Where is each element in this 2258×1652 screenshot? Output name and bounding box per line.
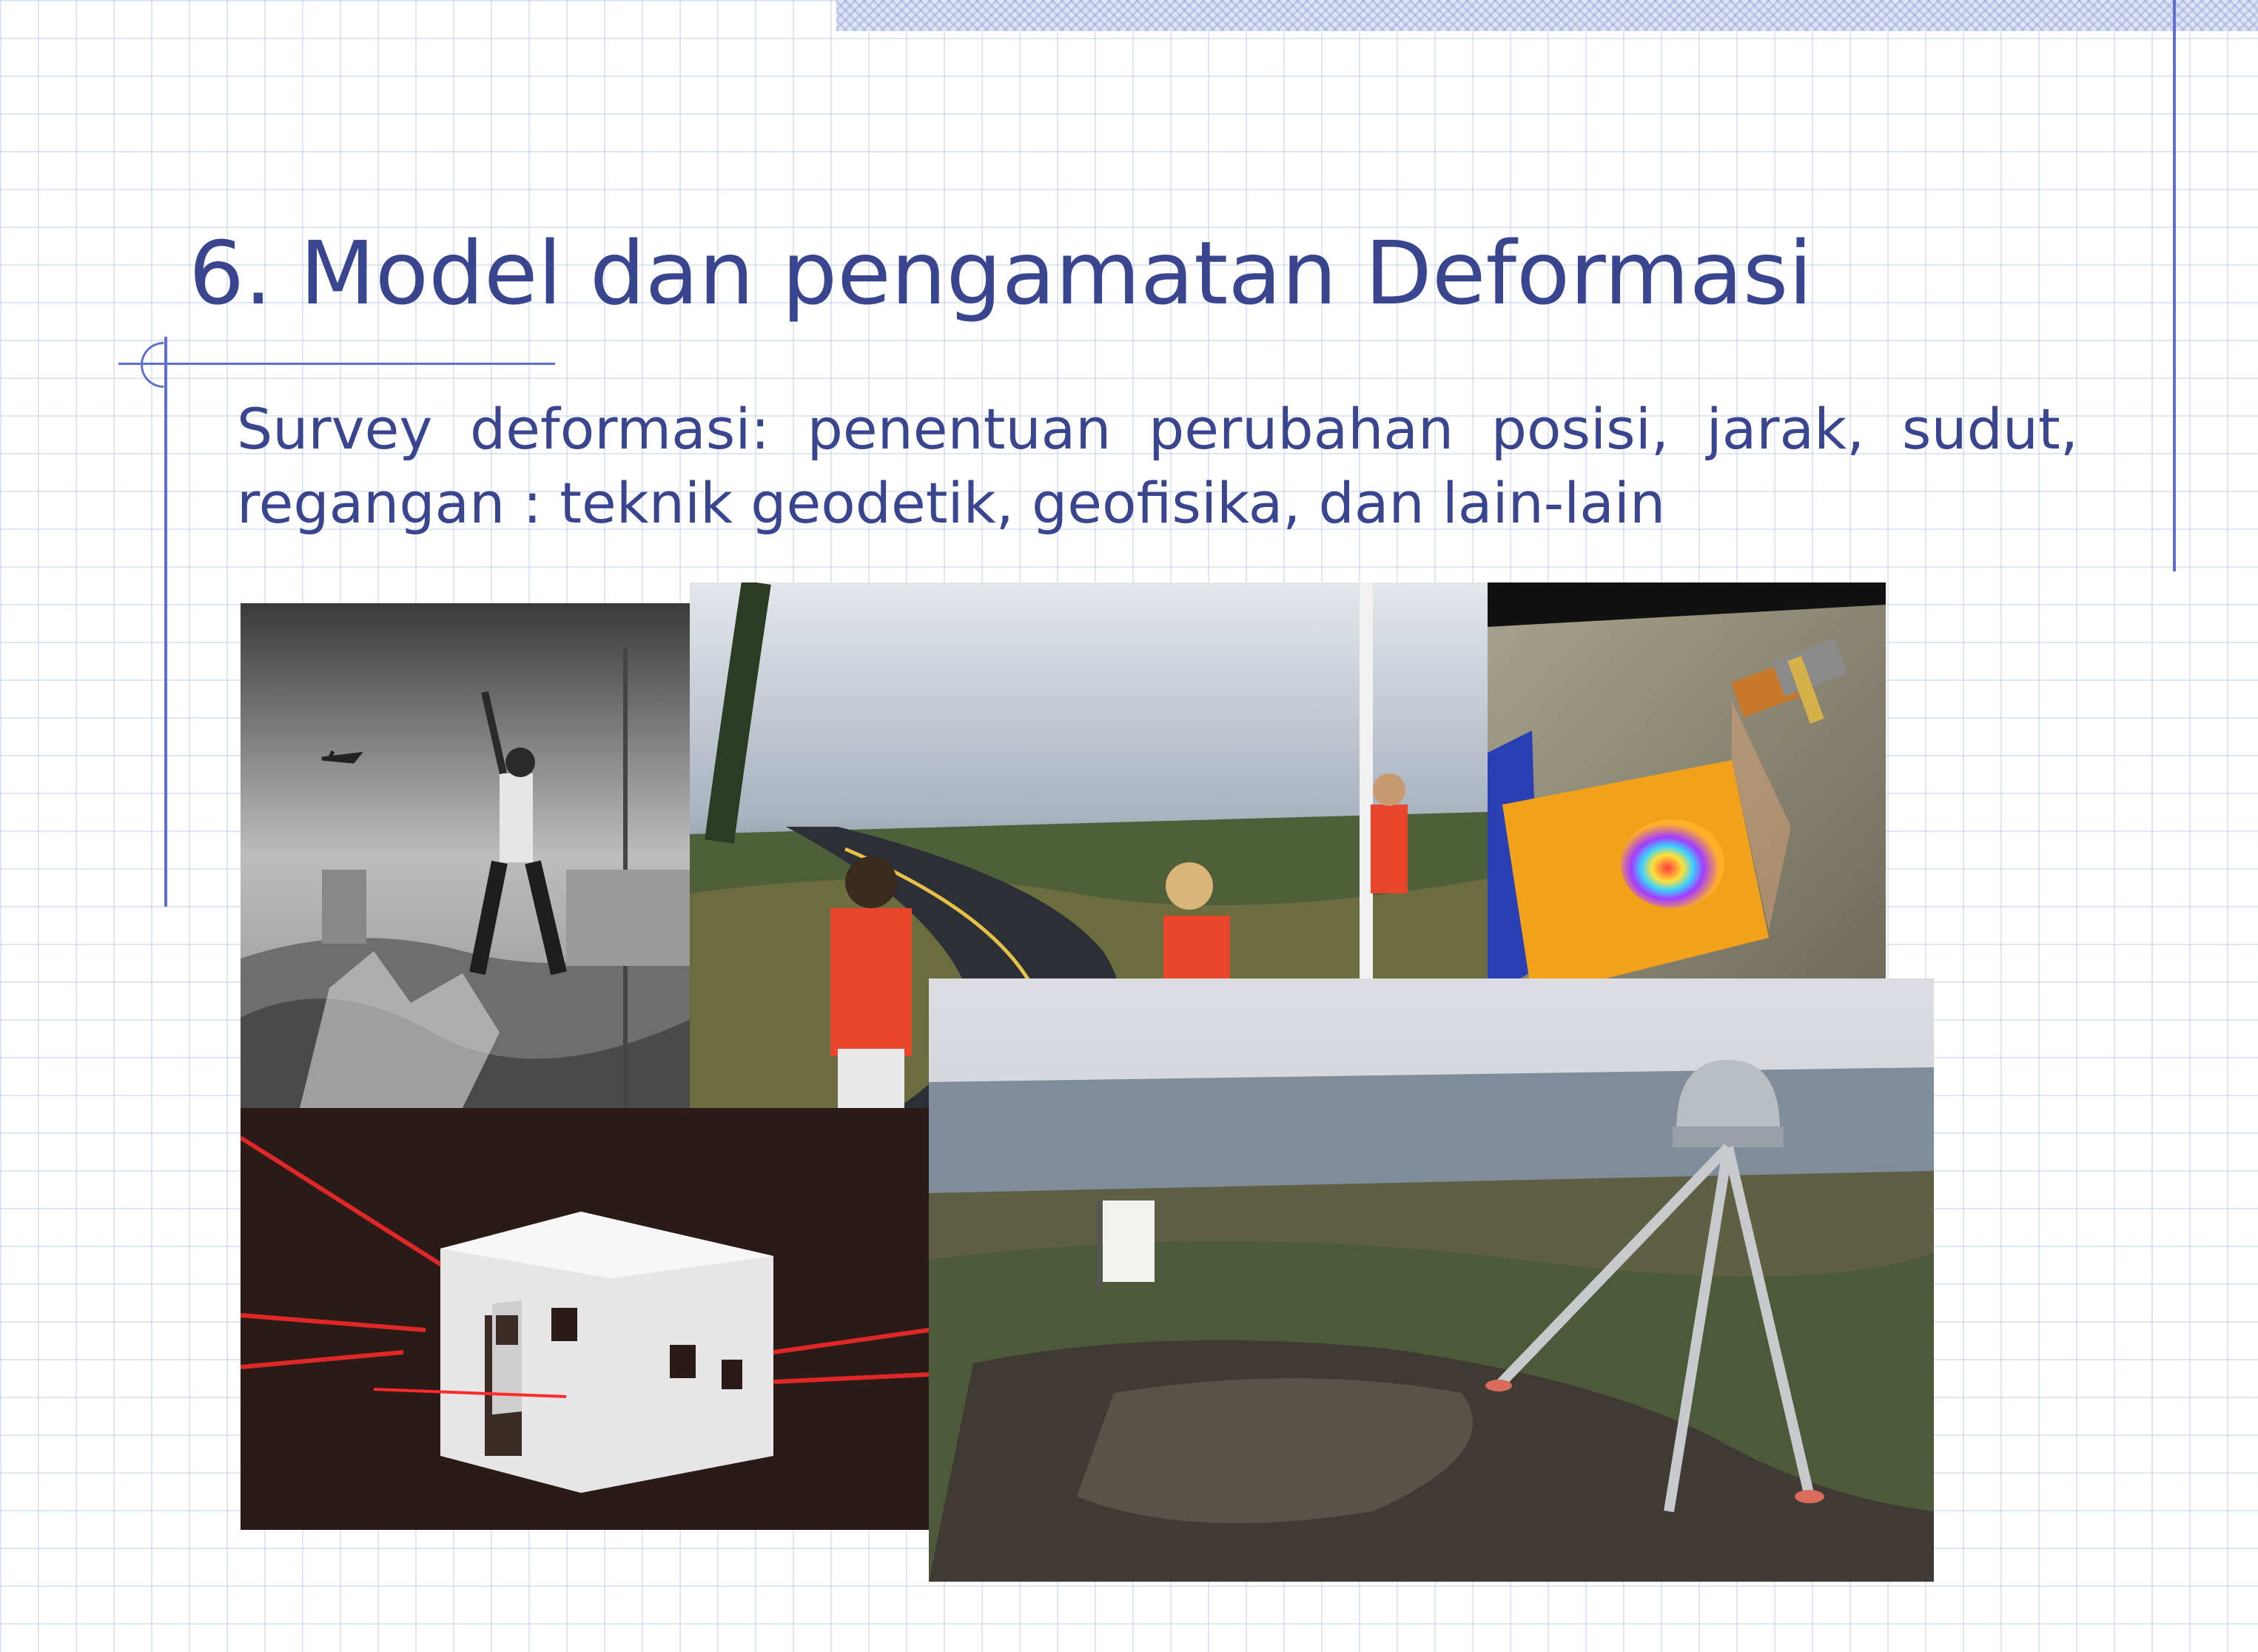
- gps-antenna-tripod-photo: [929, 978, 1934, 1582]
- corner-circle-ornament: [131, 332, 196, 397]
- laser-ranging-hut-photo: [241, 1108, 929, 1530]
- black-and-white-survey-photo: [241, 603, 693, 1108]
- right-vertical-rule: [2173, 0, 2176, 571]
- slide-body-text: Survey deformasi: penentuan perubahan po…: [237, 396, 2078, 536]
- top-pattern-band: [836, 0, 2258, 31]
- slide-title: 6. Model dan pengamatan Deformasi: [189, 222, 1813, 324]
- satellite-insar-illustration: [1488, 582, 1886, 1010]
- left-vertical-rule: [164, 337, 167, 907]
